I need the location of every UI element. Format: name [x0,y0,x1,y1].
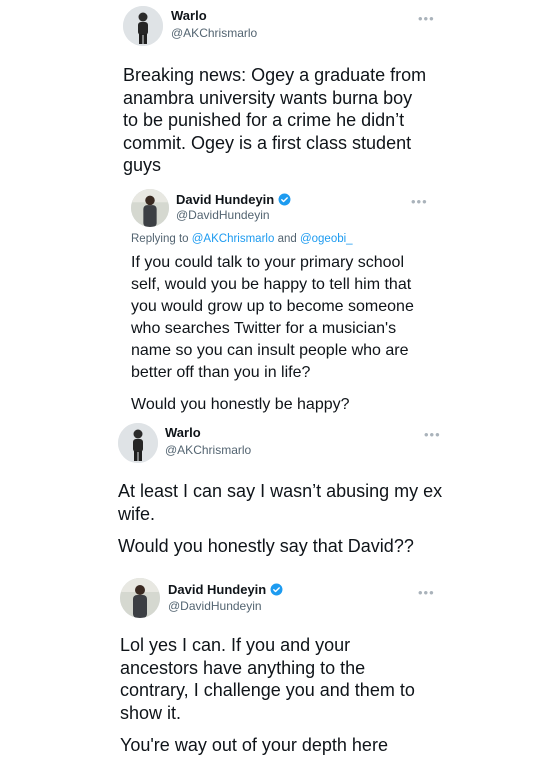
user-handle[interactable]: @DavidHundeyin [176,208,270,222]
user-handle[interactable]: @AKChrismarlo [165,443,251,457]
tweet-paragraph: Breaking news: Ogey a graduate from anam… [123,65,427,175]
display-name[interactable]: Warlo [171,8,207,23]
display-name[interactable]: Warlo [165,425,201,440]
person-avatar-icon [120,578,160,618]
avatar[interactable] [118,423,158,463]
display-name[interactable]: David Hundeyin [176,192,291,207]
avatar[interactable] [131,189,169,227]
person-avatar-icon [118,423,158,463]
verified-badge-icon [270,583,283,596]
replying-to: Replying to @AKChrismarlo and @ogeobi_ [131,233,353,245]
more-horizontal-icon[interactable]: ••• [418,586,435,599]
tweet-paragraph: Would you honestly be happy? [131,396,350,413]
user-handle[interactable]: @DavidHundeyin [168,599,262,613]
avatar[interactable] [123,6,163,46]
verified-badge-icon [278,193,291,206]
tweet-text: Lol yes I can. If you and your ancestors… [120,634,430,757]
user-handle[interactable]: @AKChrismarlo [171,26,257,40]
replying-prefix: Replying to [131,233,189,245]
more-horizontal-icon[interactable]: ••• [418,12,435,25]
replying-and: and [277,233,297,245]
avatar[interactable] [120,578,160,618]
tweet-paragraph: If you could talk to your primary school… [131,254,414,381]
tweet-paragraph: At least I can say I wasn’t abusing my e… [118,481,443,524]
tweet-paragraph: You're way out of your depth here [120,735,388,755]
display-name[interactable]: David Hundeyin [168,582,283,597]
tweet-text: At least I can say I wasn’t abusing my e… [118,480,444,558]
more-horizontal-icon[interactable]: ••• [424,428,441,441]
tweet-text: If you could talk to your primary school… [131,252,427,416]
person-avatar-icon [131,189,169,227]
mention-link[interactable]: @AKChrismarlo [192,233,275,245]
mention-link[interactable]: @ogeobi_ [300,233,353,245]
person-avatar-icon [123,6,163,46]
tweet-paragraph: Would you honestly say that David?? [118,536,414,556]
more-horizontal-icon[interactable]: ••• [411,195,428,208]
tweet-paragraph: Lol yes I can. If you and your ancestors… [120,635,415,723]
tweet-text: Breaking news: Ogey a graduate from anam… [123,64,428,177]
